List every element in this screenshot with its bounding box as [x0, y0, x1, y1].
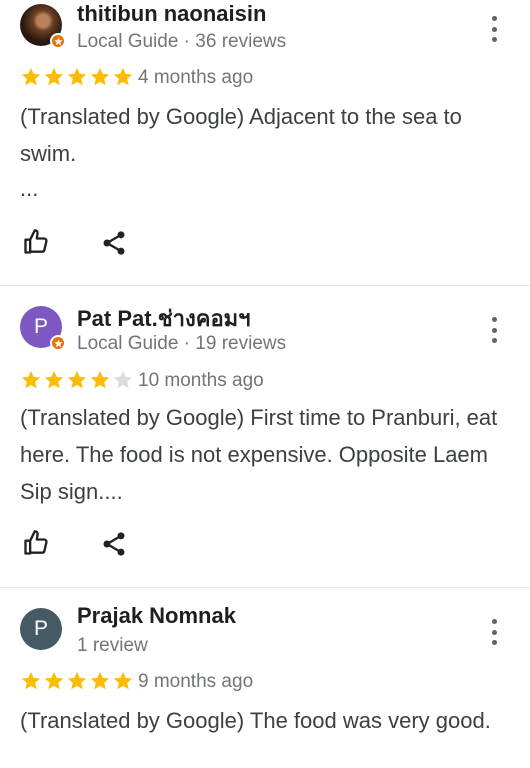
reviewer-name[interactable]: thitibun naonaisin [77, 1, 266, 27]
review-text[interactable]: (Translated by Google) The food was very… [20, 702, 510, 739]
review-ellipsis[interactable]: ... [20, 176, 38, 202]
star-icon [67, 67, 87, 86]
share-icon [103, 231, 125, 255]
avatar[interactable] [20, 4, 66, 49]
share-button[interactable] [100, 229, 128, 257]
thumbs-up-icon [24, 229, 48, 254]
review-card: P Prajak Nomnak 1 review 9 months ago (T… [0, 587, 530, 768]
star-icon [113, 671, 133, 690]
avatar-letter: P [33, 315, 48, 338]
review-card: thitibun naonaisin Local Guide · 36 revi… [0, 0, 530, 285]
star-icon [90, 370, 110, 389]
more-options-button[interactable] [484, 16, 504, 42]
like-button[interactable] [22, 529, 50, 557]
reviewer-name[interactable]: Pat Pat.ช่างคอมฯ [77, 301, 251, 336]
star-icon [44, 67, 64, 86]
thumbs-up-icon [24, 530, 48, 555]
star-rating [20, 670, 134, 692]
avatar[interactable]: P [20, 608, 62, 650]
share-button[interactable] [100, 530, 128, 558]
review-time: 4 months ago [138, 67, 254, 88]
star-icon [67, 370, 87, 389]
star-rating [20, 369, 134, 391]
reviewer-meta[interactable]: Local Guide · 19 reviews [77, 333, 286, 355]
review-time: 10 months ago [138, 370, 264, 391]
review-card: P Pat Pat.ช่างคอมฯ Local Guide · 19 revi… [0, 285, 530, 587]
more-vert-icon [491, 16, 497, 21]
more-options-button[interactable] [484, 317, 504, 343]
star-icon [90, 671, 110, 690]
reviewer-meta[interactable]: 1 review [77, 635, 148, 657]
star-icon [44, 671, 64, 690]
star-icon [21, 671, 41, 690]
more-vert-icon [491, 317, 497, 322]
star-rating [20, 66, 134, 88]
star-icon [21, 67, 41, 86]
local-guide-badge-icon [50, 33, 66, 49]
star-icon [21, 370, 41, 389]
star-icon [67, 671, 87, 690]
share-icon [103, 532, 125, 556]
like-button[interactable] [22, 228, 50, 256]
avatar[interactable]: P [20, 306, 66, 351]
star-icon [113, 67, 133, 86]
more-options-button[interactable] [484, 619, 504, 645]
star-icon [44, 370, 64, 389]
local-guide-badge-icon [50, 335, 66, 351]
reviewer-meta[interactable]: Local Guide · 36 reviews [77, 31, 286, 53]
star-icon [90, 67, 110, 86]
review-text[interactable]: (Translated by Google) First time to Pra… [20, 399, 510, 510]
review-text[interactable]: (Translated by Google) Adjacent to the s… [20, 98, 510, 172]
reviews-list: thitibun naonaisin Local Guide · 36 revi… [0, 0, 530, 768]
review-time: 9 months ago [138, 671, 254, 692]
avatar-letter: P [33, 617, 48, 640]
reviewer-name[interactable]: Prajak Nomnak [77, 603, 236, 629]
star-icon [113, 370, 133, 389]
more-vert-icon [491, 619, 497, 624]
